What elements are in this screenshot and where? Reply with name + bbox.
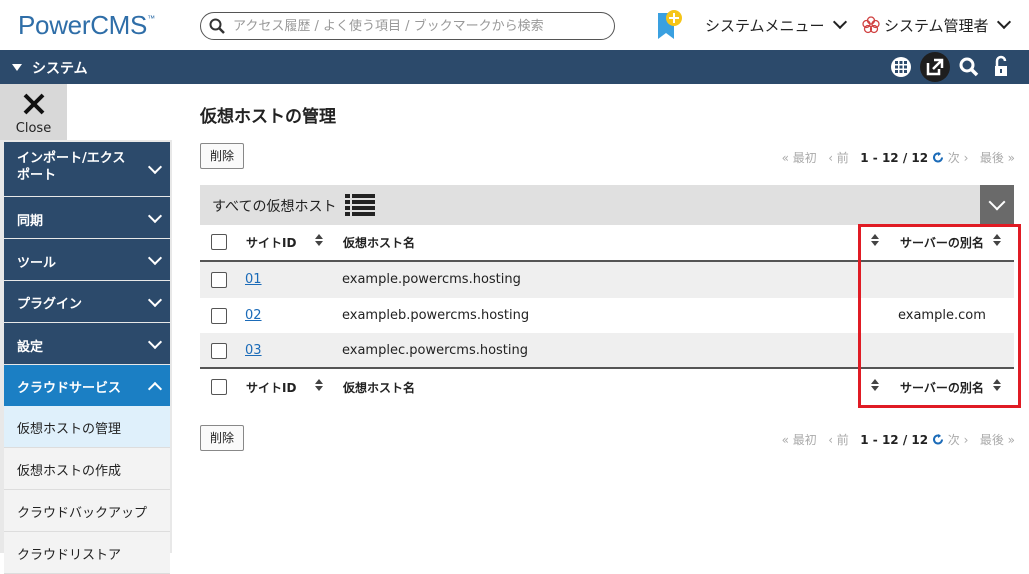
pager-range: 1 - 12 / 12: [860, 433, 929, 447]
sidebar-item-cloud-services[interactable]: クラウドサービス: [4, 365, 170, 406]
sidebar-item-plugins[interactable]: プラグイン: [4, 281, 170, 322]
column-header-alias[interactable]: サーバーの別名: [900, 234, 984, 251]
user-avatar-icon: [862, 16, 880, 34]
sort-icon[interactable]: [871, 234, 879, 248]
row-checkbox[interactable]: [211, 343, 227, 359]
table-row: 03 examplec.powercms.hosting: [200, 333, 1014, 369]
sidebar-item-tools[interactable]: ツール: [4, 239, 170, 280]
sidebar-item-sync[interactable]: 同期: [4, 197, 170, 238]
unlock-icon[interactable]: [988, 54, 1014, 80]
server-alias: example.com: [898, 308, 986, 323]
column-header-alias[interactable]: サーバーの別名: [900, 379, 984, 396]
table-footer-row: サイトID 仮想ホスト名 サーバーの別名: [200, 369, 1014, 405]
system-scope-toggle[interactable]: システム: [12, 58, 88, 78]
close-icon: [23, 93, 45, 115]
system-menu[interactable]: システムメニュー: [705, 14, 847, 36]
delete-button-top[interactable]: 削除: [200, 143, 245, 169]
sort-icon[interactable]: [315, 379, 323, 393]
pager-next[interactable]: 次 ›: [948, 433, 969, 447]
chevron-down-icon: [147, 159, 163, 175]
delete-button-bottom[interactable]: 削除: [200, 425, 245, 451]
sidebar: Close インポート/エクス ポート 同期 ツール プラグイン 設定 クラウド…: [0, 84, 172, 574]
page-title: 仮想ホストの管理: [200, 107, 336, 127]
pager-next[interactable]: 次 ›: [948, 151, 969, 165]
host-name: examplec.powercms.hosting: [342, 343, 529, 358]
sidebar-subitem-cloud-backup[interactable]: クラウドバックアップ: [4, 490, 170, 532]
sort-icon[interactable]: [993, 234, 1001, 248]
pager-first[interactable]: « 最初: [782, 433, 817, 447]
chevron-down-icon: [996, 14, 1011, 30]
pager-last[interactable]: 最後 »: [980, 433, 1015, 447]
site-id-link[interactable]: 01: [245, 272, 262, 287]
row-checkbox[interactable]: [211, 308, 227, 324]
filter-dropdown-button[interactable]: [980, 185, 1014, 225]
table-row: 01 example.powercms.hosting: [200, 262, 1014, 298]
sort-icon[interactable]: [315, 234, 323, 248]
grid-icon[interactable]: [888, 54, 914, 80]
sidebar-subitem-cloud-restore[interactable]: クラウドリストア: [4, 532, 170, 574]
column-header-site-id[interactable]: サイトID: [246, 234, 296, 251]
pagination-bottom: « 最初 ‹ 前 1 - 12 / 12 次 › 最後 »: [782, 431, 1015, 448]
refresh-icon[interactable]: [932, 151, 944, 164]
pager-prev[interactable]: ‹ 前: [828, 151, 849, 165]
host-name: exampleb.powercms.hosting: [342, 308, 530, 323]
sidebar-subitem-manage-virtual-hosts[interactable]: 仮想ホストの管理: [4, 406, 170, 448]
sidebar-item-settings[interactable]: 設定: [4, 323, 170, 364]
chevron-down-icon: [147, 208, 163, 223]
search-icon: [209, 18, 225, 34]
chevron-down-icon: [988, 193, 1006, 211]
chevron-down-icon: [147, 292, 163, 307]
close-sidebar-button[interactable]: Close: [0, 84, 67, 140]
list-icon[interactable]: [345, 194, 375, 216]
column-header-host-name[interactable]: 仮想ホスト名: [343, 234, 415, 251]
refresh-icon[interactable]: [932, 433, 944, 446]
table-row: 02 exampleb.powercms.hosting example.com: [200, 298, 1014, 334]
pagination-top: « 最初 ‹ 前 1 - 12 / 12 次 › 最後 »: [782, 149, 1015, 166]
filter-bar: すべての仮想ホスト: [200, 185, 1014, 225]
sidebar-item-import-export[interactable]: インポート/エクス ポート: [4, 142, 170, 196]
sort-icon[interactable]: [871, 379, 879, 393]
bookmark-add-icon[interactable]: [655, 9, 683, 43]
external-link-icon[interactable]: [919, 51, 951, 83]
sort-icon[interactable]: [993, 379, 1001, 393]
sidebar-subitem-create-virtual-host[interactable]: 仮想ホストの作成: [4, 448, 170, 490]
column-header-site-id[interactable]: サイトID: [246, 379, 296, 396]
site-id-link[interactable]: 03: [245, 343, 262, 358]
site-id-link[interactable]: 02: [245, 308, 262, 323]
pager-range: 1 - 12 / 12: [860, 151, 929, 165]
filter-label: すべての仮想ホスト: [212, 199, 337, 215]
pager-last[interactable]: 最後 »: [980, 151, 1015, 165]
table-header-row: サイトID 仮想ホスト名 サーバーの別名: [200, 224, 1014, 260]
column-header-host-name[interactable]: 仮想ホスト名: [343, 379, 415, 396]
powercms-logo[interactable]: PowerCMS™: [18, 10, 155, 41]
top-bar: PowerCMS™ システムメニュー システム管理者: [0, 0, 1029, 50]
search-box[interactable]: [200, 12, 615, 40]
select-all-checkbox[interactable]: [211, 234, 227, 250]
chevron-down-icon: [147, 250, 163, 265]
search-input[interactable]: [233, 16, 603, 36]
pager-first[interactable]: « 最初: [782, 151, 817, 165]
select-all-checkbox[interactable]: [211, 379, 227, 395]
search-icon[interactable]: [956, 54, 982, 80]
chevron-up-icon: [147, 381, 163, 396]
host-name: example.powercms.hosting: [342, 272, 521, 287]
chevron-down-icon: [147, 334, 163, 349]
row-checkbox[interactable]: [211, 272, 227, 288]
triangle-down-icon: [12, 64, 22, 71]
chevron-down-icon: [832, 14, 847, 30]
pager-prev[interactable]: ‹ 前: [828, 433, 849, 447]
user-menu[interactable]: システム管理者: [862, 14, 1011, 36]
system-bar: システム: [0, 50, 1029, 84]
